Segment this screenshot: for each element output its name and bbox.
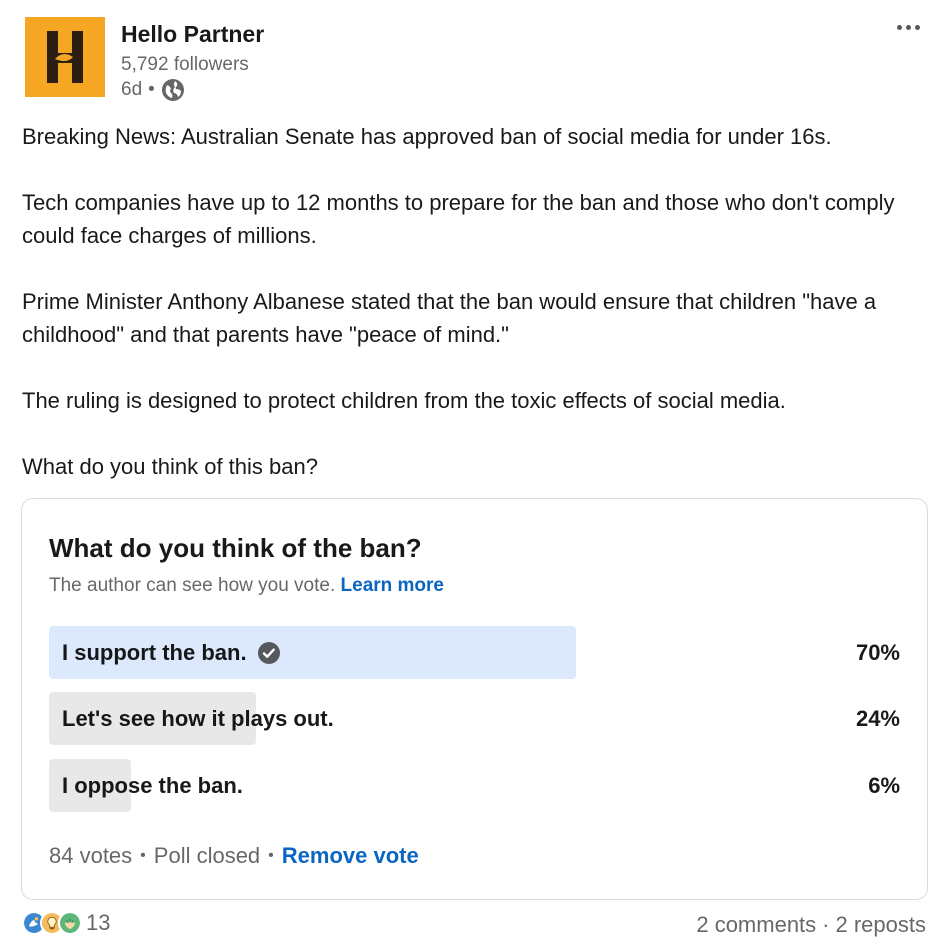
- poll-option-percent: 24%: [855, 706, 900, 731]
- post-text: Breaking News: Australian Senate has app…: [22, 120, 922, 483]
- poll-footer: 84 votes • Poll closed • Remove vote: [49, 843, 419, 869]
- support-icon: [58, 911, 82, 935]
- company-logo[interactable]: [25, 17, 105, 97]
- more-options-button[interactable]: [891, 17, 925, 37]
- hello-partner-logo-icon: [25, 17, 105, 97]
- poll-option-percent: 70%: [855, 640, 900, 665]
- poll-question: What do you think of the ban?: [49, 533, 422, 563]
- post-paragraph: What do you think of this ban?: [22, 454, 318, 479]
- poll-note-text: The author can see how you vote.: [49, 575, 336, 596]
- ellipsis-icon: [896, 24, 902, 30]
- reactions-summary[interactable]: 13: [22, 910, 110, 936]
- post-paragraph: The ruling is designed to protect childr…: [22, 388, 786, 413]
- poll-option-wait[interactable]: Let's see how it plays out. 24%: [49, 692, 900, 745]
- checkmark-circle-icon: [257, 641, 280, 664]
- ellipsis-dot: [914, 24, 920, 30]
- poll-option-label: Let's see how it plays out.: [62, 692, 334, 745]
- learn-more-link[interactable]: Learn more: [341, 575, 444, 596]
- poll-option-support[interactable]: I support the ban. 70%: [49, 626, 900, 679]
- footer-separator: •: [140, 847, 146, 864]
- post-meta: 6d •: [121, 78, 185, 102]
- reposts-link[interactable]: 2 reposts: [836, 912, 927, 938]
- poll-card: What do you think of the ban? The author…: [21, 498, 928, 900]
- poll-option-percent: 6%: [868, 773, 900, 798]
- engagement-links: 2 comments · 2 reposts: [696, 912, 926, 938]
- remove-vote-button[interactable]: Remove vote: [282, 843, 419, 869]
- meta-separator: •: [148, 79, 155, 100]
- poll-status: Poll closed: [153, 843, 261, 868]
- vote-count: 84 votes: [49, 843, 133, 868]
- poll-option-oppose[interactable]: I oppose the ban. 6%: [49, 759, 900, 812]
- post-paragraph: Breaking News: Australian Senate has app…: [22, 124, 832, 149]
- poll-option-text: I support the ban.: [62, 640, 247, 665]
- globe-icon: [161, 79, 184, 101]
- reaction-count: 13: [86, 910, 111, 935]
- poll-privacy-note: The author can see how you vote. Learn m…: [49, 575, 444, 597]
- comments-link[interactable]: 2 comments: [696, 912, 816, 938]
- footer-separator: •: [268, 847, 274, 864]
- post-age: 6d: [121, 79, 143, 100]
- poll-option-label: I oppose the ban.: [62, 759, 243, 812]
- author-name[interactable]: Hello Partner: [121, 21, 264, 48]
- engagement-separator: ·: [822, 912, 830, 937]
- follower-count: 5,792 followers: [121, 54, 249, 75]
- social-counts-bar: 13 2 comments · 2 reposts: [22, 910, 926, 942]
- post-header: Hello Partner 5,792 followers 6d •: [25, 17, 925, 101]
- poll-option-text: Let's see how it plays out.: [62, 706, 334, 731]
- poll-option-text: I oppose the ban.: [62, 773, 243, 798]
- post-paragraph: Tech companies have up to 12 months to p…: [22, 190, 895, 248]
- poll-option-label: I support the ban.: [62, 626, 281, 679]
- ellipsis-dot: [905, 24, 911, 30]
- post-paragraph: Prime Minister Anthony Albanese stated t…: [22, 289, 877, 347]
